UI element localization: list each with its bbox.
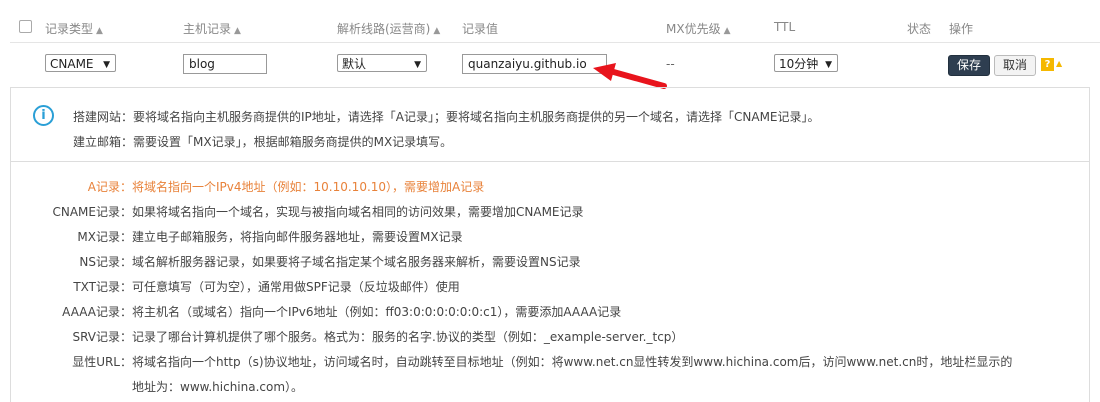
header-ttl: TTL <box>774 20 796 34</box>
header-mx-priority[interactable]: MX优先级 ▲ <box>666 20 731 37</box>
record-type-label: MX记录： <box>77 230 132 244</box>
save-button[interactable]: 保存 <box>948 55 990 76</box>
header-record-type[interactable]: 记录类型 ▲ <box>45 20 103 37</box>
record-type-select[interactable]: CNAME ▼ <box>45 54 116 72</box>
chevron-down-icon: ▼ <box>103 60 110 70</box>
tip-line-website: 搭建网站：要将域名指向主机服务商提供的IP地址，请选择「A记录」；要将域名指向主… <box>73 108 820 125</box>
record-type-description: 将域名指向一个IPv4地址（例如：10.10.10.10），需要增加A记录 <box>132 180 485 194</box>
record-type-description: 如果将域名指向一个域名，实现与被指向域名相同的访问效果，需要增加CNAME记录 <box>132 205 584 219</box>
ttl-select[interactable]: 10分钟 ▼ <box>774 54 838 72</box>
info-icon: i <box>33 105 54 126</box>
header-resolve-line[interactable]: 解析线路(运营商) ▲ <box>337 20 440 37</box>
record-type-item: 显性URL： 将域名指向一个http（s)协议地址，访问域名时，自动跳转至目标地址… <box>11 353 1089 371</box>
record-type-label: TXT记录： <box>73 280 132 294</box>
chevron-down-icon: ▼ <box>414 60 421 70</box>
sort-icon[interactable]: ▲ <box>433 26 440 36</box>
tip-label: 搭建网站： <box>73 110 134 124</box>
record-type-label: 显性URL： <box>72 355 132 369</box>
collapse-icon[interactable]: ▲ <box>1056 59 1062 68</box>
record-type-item: CNAME记录： 如果将域名指向一个域名，实现与被指向域名相同的访问效果，需要增加… <box>11 203 1089 221</box>
record-value-input[interactable]: quanzaiyu.github.io <box>462 54 607 74</box>
select-all-checkbox[interactable] <box>19 20 32 33</box>
header-operations: 操作 <box>949 22 974 36</box>
table-header: 记录类型 ▲ 主机记录 ▲ 解析线路(运营商) ▲ 记录值 MX优先级 ▲ TTL 状态… <box>10 12 1100 43</box>
record-type-item: A记录： 将域名指向一个IPv4地址（例如：10.10.10.10），需要增加A记… <box>11 178 1089 196</box>
sort-icon[interactable]: ▲ <box>724 26 731 36</box>
record-type-value: CNAME <box>50 57 94 71</box>
record-type-description: 将主机名（或域名）指向一个IPv6地址（例如：ff03:0:0:0:0:0:0:… <box>132 305 622 319</box>
record-edit-row: CNAME ▼ blog 默认 ▼ quanzaiyu.github.io --… <box>10 43 1100 87</box>
host-record-input[interactable]: blog <box>183 54 267 74</box>
header-host-record[interactable]: 主机记录 ▲ <box>183 20 241 37</box>
record-type-item: 地址为：www.hichina.com）。 <box>11 378 1089 396</box>
tip-line-mailbox: 建立邮箱：需要设置「MX记录」，根据邮箱服务商提供的MX记录填写。 <box>73 133 452 150</box>
tip-text: 需要设置「MX记录」，根据邮箱服务商提供的MX记录填写。 <box>133 135 453 149</box>
record-type-description: 建立电子邮箱服务，将指向邮件服务器地址，需要设置MX记录 <box>132 230 463 244</box>
help-panel: i 搭建网站：要将域名指向主机服务商提供的IP地址，请选择「A记录」；要将域名指… <box>10 87 1090 402</box>
ttl-value: 10分钟 <box>779 57 819 71</box>
resolve-line-select[interactable]: 默认 ▼ <box>337 54 427 72</box>
chevron-down-icon: ▼ <box>825 60 832 70</box>
header-record-value: 记录值 <box>462 22 499 36</box>
tips-section: i 搭建网站：要将域名指向主机服务商提供的IP地址，请选择「A记录」；要将域名指… <box>11 88 1089 162</box>
help-icon[interactable]: ? <box>1041 58 1054 71</box>
record-type-description: 将域名指向一个http（s)协议地址，访问域名时，自动跳转至目标地址（例如：将w… <box>132 355 1013 369</box>
record-type-description: 可任意填写（可为空），通常用做SPF记录（反垃圾邮件）使用 <box>132 280 460 294</box>
cancel-button[interactable]: 取消 <box>994 55 1036 76</box>
tip-text: 要将域名指向主机服务商提供的IP地址，请选择「A记录」；要将域名指向主机服务商提… <box>133 110 820 124</box>
record-type-description: 域名解析服务器记录，如果要将子域名指定某个域名服务器来解析，需要设置NS记录 <box>132 255 581 269</box>
record-type-item: MX记录： 建立电子邮箱服务，将指向邮件服务器地址，需要设置MX记录 <box>11 228 1089 246</box>
record-type-label: AAAA记录： <box>62 305 132 319</box>
sort-icon[interactable]: ▲ <box>96 26 103 36</box>
record-type-item: AAAA记录： 将主机名（或域名）指向一个IPv6地址（例如：ff03:0:0:0… <box>11 303 1089 321</box>
record-type-label: SRV记录： <box>72 330 132 344</box>
tip-label: 建立邮箱： <box>73 135 134 149</box>
record-type-item: NS记录： 域名解析服务器记录，如果要将子域名指定某个域名服务器来解析，需要设置N… <box>11 253 1089 271</box>
sort-icon[interactable]: ▲ <box>234 26 241 36</box>
record-type-label: NS记录： <box>79 255 132 269</box>
record-type-item: TXT记录： 可任意填写（可为空），通常用做SPF记录（反垃圾邮件）使用 <box>11 278 1089 296</box>
record-type-item: SRV记录： 记录了哪台计算机提供了哪个服务。格式为：服务的名字.协议的类型（例如… <box>11 328 1089 346</box>
record-type-description: 地址为：www.hichina.com）。 <box>132 380 304 394</box>
record-type-label: CNAME记录： <box>52 205 132 219</box>
header-status: 状态 <box>907 22 932 36</box>
resolve-line-value: 默认 <box>342 57 367 71</box>
record-type-label: A记录： <box>87 180 132 194</box>
record-type-description: 记录了哪台计算机提供了哪个服务。格式为：服务的名字.协议的类型（例如：_exam… <box>132 330 684 344</box>
